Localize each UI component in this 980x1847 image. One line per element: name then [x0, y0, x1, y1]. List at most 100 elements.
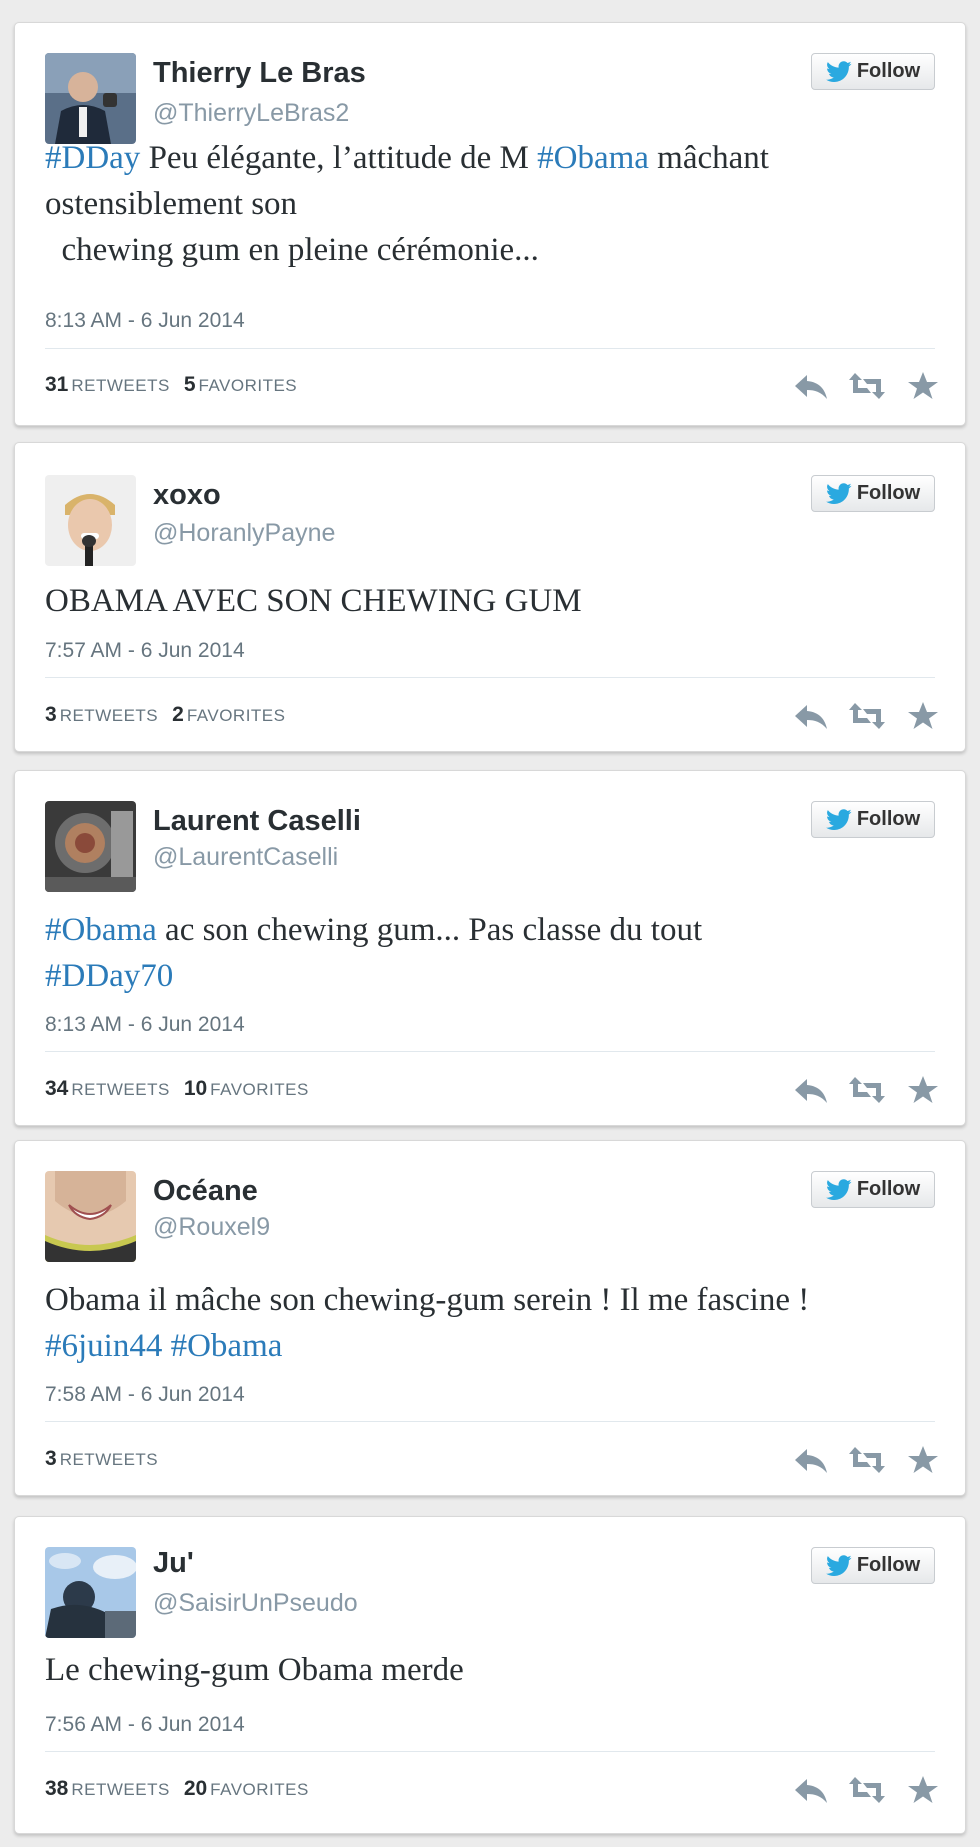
timestamp[interactable]: 7:56 AM - 6 Jun 2014 — [45, 1713, 245, 1737]
tweet-card: Océane @Rouxel9 Follow Obama il mâche so… — [14, 1140, 966, 1496]
tweet-text: OBAMA AVEC SON CHEWING GUM — [45, 578, 935, 624]
retweet-icon[interactable] — [849, 371, 885, 401]
tweet-card: Laurent Caselli @LaurentCaselli Follow #… — [14, 770, 966, 1126]
hashtag-link[interactable]: #DDay — [45, 140, 140, 176]
tweet-actions — [793, 1775, 941, 1805]
user-name[interactable]: Océane — [153, 1175, 258, 1208]
favorite-star-icon[interactable] — [905, 701, 941, 731]
tweet-actions — [793, 1075, 941, 1105]
retweet-icon[interactable] — [849, 701, 885, 731]
follow-label: Follow — [856, 1178, 921, 1200]
user-name[interactable]: xoxo — [153, 479, 221, 512]
divider — [45, 348, 935, 349]
favorites-label: FAVORITES — [210, 1080, 309, 1099]
reply-icon[interactable] — [793, 701, 829, 731]
text-segment: OBAMA AVEC SON CHEWING GUM — [45, 583, 582, 619]
tweet-stats: 38 RETWEETS 20 FAVORITES — [45, 1777, 323, 1801]
tweet-text: #DDay Peu élégante, l’attitude de M #Oba… — [45, 135, 935, 273]
avatar-image — [45, 1547, 136, 1638]
reply-icon[interactable] — [793, 1775, 829, 1805]
favorite-count[interactable]: 2 — [172, 703, 184, 726]
retweet-icon[interactable] — [849, 1775, 885, 1805]
avatar[interactable] — [45, 801, 136, 892]
text-segment — [162, 1328, 170, 1364]
favorite-count[interactable]: 20 — [184, 1777, 207, 1800]
tweet-card: Thierry Le Bras @ThierryLeBras2 Follow #… — [14, 22, 966, 426]
user-name[interactable]: Ju' — [153, 1547, 194, 1580]
hashtag-link[interactable]: #Obama — [537, 140, 649, 176]
user-handle[interactable]: @SaisirUnPseudo — [153, 1589, 358, 1618]
twitter-bird-icon — [825, 60, 852, 82]
retweets-label: RETWEETS — [71, 1080, 170, 1099]
favorite-count[interactable]: 5 — [184, 373, 196, 396]
retweets-label: RETWEETS — [71, 376, 170, 395]
timestamp[interactable]: 8:13 AM - 6 Jun 2014 — [45, 1013, 245, 1037]
tweet-actions — [793, 1445, 941, 1475]
follow-label: Follow — [856, 1554, 921, 1576]
hashtag-link[interactable]: #DDay70 — [45, 958, 173, 994]
follow-button[interactable]: Follow — [811, 1547, 935, 1584]
tweet-stats: 34 RETWEETS 10 FAVORITES — [45, 1077, 323, 1101]
favorite-count[interactable]: 10 — [184, 1077, 207, 1100]
avatar[interactable] — [45, 1547, 136, 1638]
avatar[interactable] — [45, 1171, 136, 1262]
user-handle[interactable]: @ThierryLeBras2 — [153, 99, 349, 128]
tweet-stats: 3 RETWEETS — [45, 1447, 172, 1471]
retweet-count[interactable]: 38 — [45, 1777, 68, 1800]
retweet-count[interactable]: 3 — [45, 1447, 57, 1470]
user-handle[interactable]: @Rouxel9 — [153, 1213, 270, 1242]
retweet-count[interactable]: 31 — [45, 373, 68, 396]
avatar-image — [45, 801, 136, 892]
favorite-star-icon[interactable] — [905, 1445, 941, 1475]
tweet-text: Le chewing-gum Obama merde — [45, 1647, 935, 1693]
timestamp[interactable]: 7:58 AM - 6 Jun 2014 — [45, 1383, 245, 1407]
text-segment: ostensiblement son — [45, 186, 298, 222]
text-segment: Peu élégante, l’attitude de M — [140, 140, 538, 176]
timestamp[interactable]: 8:13 AM - 6 Jun 2014 — [45, 309, 245, 333]
reply-icon[interactable] — [793, 1075, 829, 1105]
follow-button[interactable]: Follow — [811, 801, 935, 838]
divider — [45, 1051, 935, 1052]
timestamp[interactable]: 7:57 AM - 6 Jun 2014 — [45, 639, 245, 663]
retweet-count[interactable]: 3 — [45, 703, 57, 726]
reply-icon[interactable] — [793, 1445, 829, 1475]
tweet-card: Ju' @SaisirUnPseudo Follow Le chewing-gu… — [14, 1516, 966, 1834]
user-handle[interactable]: @HoranlyPayne — [153, 519, 335, 548]
favorites-label: FAVORITES — [198, 376, 298, 395]
tweet-stats: 31 RETWEETS 5 FAVORITES — [45, 373, 311, 397]
retweets-label: RETWEETS — [59, 706, 159, 725]
twitter-bird-icon — [825, 1178, 852, 1200]
divider — [45, 1751, 935, 1752]
hashtag-link[interactable]: #6juin44 — [45, 1328, 162, 1364]
favorites-label: FAVORITES — [210, 1780, 309, 1799]
avatar-image — [45, 475, 136, 566]
user-handle[interactable]: @LaurentCaselli — [153, 843, 338, 872]
follow-label: Follow — [856, 60, 921, 82]
follow-button[interactable]: Follow — [811, 475, 935, 512]
user-name[interactable]: Laurent Caselli — [153, 805, 361, 838]
text-segment: ac son chewing gum... Pas classe du tout — [156, 912, 703, 948]
retweets-label: RETWEETS — [71, 1780, 170, 1799]
retweet-icon[interactable] — [849, 1075, 885, 1105]
favorite-star-icon[interactable] — [905, 1775, 941, 1805]
tweet-text: #Obama ac son chewing gum... Pas classe … — [45, 907, 935, 999]
retweet-count[interactable]: 34 — [45, 1077, 68, 1100]
reply-icon[interactable] — [793, 371, 829, 401]
follow-button[interactable]: Follow — [811, 53, 935, 90]
tweet-actions — [793, 701, 941, 731]
avatar[interactable] — [45, 53, 136, 144]
hashtag-link[interactable]: #Obama — [45, 912, 157, 948]
hashtag-link[interactable]: #Obama — [171, 1328, 283, 1364]
retweet-icon[interactable] — [849, 1445, 885, 1475]
follow-label: Follow — [856, 808, 921, 830]
tweet-stats: 3 RETWEETS 2 FAVORITES — [45, 703, 299, 727]
favorite-star-icon[interactable] — [905, 371, 941, 401]
favorite-star-icon[interactable] — [905, 1075, 941, 1105]
divider — [45, 1421, 935, 1422]
user-name[interactable]: Thierry Le Bras — [153, 57, 366, 90]
tweet-actions — [793, 371, 941, 401]
text-segment: Le chewing-gum Obama merde — [45, 1652, 464, 1688]
avatar[interactable] — [45, 475, 136, 566]
tweet-card: xoxo @HoranlyPayne Follow OBAMA AVEC SON… — [14, 442, 966, 752]
follow-button[interactable]: Follow — [811, 1171, 935, 1208]
